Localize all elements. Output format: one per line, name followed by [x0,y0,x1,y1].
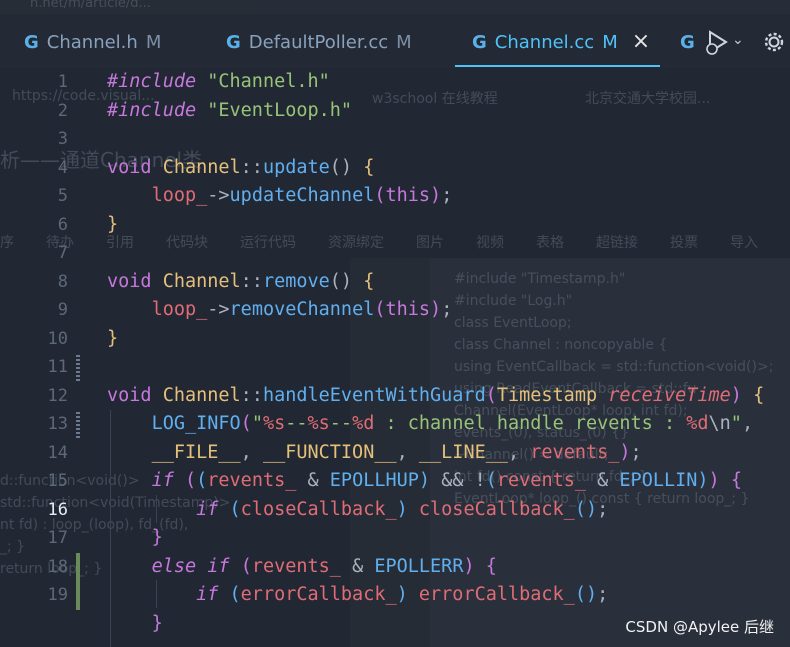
code-line: } [107,327,119,349]
tab-channel-cc[interactable]: G Channel.cc M × [472,26,650,58]
code-line: void Channel::update() { [107,156,375,178]
modified-badge: M [396,31,412,53]
editor-tab-bar: n.net/m/article/d... G Channel.h M G Def… [0,0,790,68]
code-line: #include "Channel.h" [107,68,330,97]
code-line: #include "EventLoop.h" [107,97,352,126]
include-path: "Channel.h" [207,71,330,92]
overlay-browser-strip: n.net/m/article/d... [0,0,790,14]
tab-label: Channel.h [46,31,138,53]
tab-label: DefaultPoller.cc [248,31,389,53]
code-line: if ((revents_ & EPOLLHUP) && !(revents_ … [151,470,742,491]
code-line: void Channel::handleEventWithGuard(Times… [107,384,765,406]
gear-icon[interactable] [760,28,788,56]
code-area[interactable]: #include "Channel.h" #include "EventLoop… [0,68,790,647]
include-path: "EventLoop.h" [207,99,353,121]
code-line: __FILE__, __FUNCTION__, __LINE__, revent… [151,441,642,463]
preprocessor-directive: #include [107,71,197,92]
watermark: CSDN @Apylee 后继 [625,618,774,636]
run-icon[interactable] [702,27,732,57]
code-line: void Channel::remove() { [107,270,375,292]
cpp-file-icon: G [680,31,695,53]
active-tab-indicator [455,65,660,67]
modified-badge: M [145,31,162,53]
close-icon[interactable]: × [632,31,650,53]
code-line: LOG_INFO("%s--%s--%d : channel handle re… [151,413,754,434]
code-line: loop_->removeChannel(this); [151,299,453,320]
tab-channel-h[interactable]: G Channel.h M [24,26,161,58]
code-line: } [151,612,163,634]
code-line: if (errorCallback_) errorCallback_(); [196,584,609,605]
cpp-file-icon: G [24,31,39,53]
tab-label: Channel.cc [494,31,595,53]
code-line: } [107,213,119,235]
preprocessor-directive: #include [107,99,197,121]
code-editor[interactable]: https://code.visual... w3school 在线教程 北京交… [0,68,790,647]
tab-defaultpoller-cc[interactable]: G DefaultPoller.cc M [226,26,412,58]
code-line: loop_->updateChannel(this); [151,185,453,206]
chevron-down-icon[interactable]: ⌄ [732,32,744,48]
cpp-file-icon: G [226,31,241,53]
cpp-file-icon: G [472,31,487,53]
overlay-url-text: n.net/m/article/d... [30,0,151,11]
modified-badge: M [602,31,618,53]
code-line: } [151,527,163,548]
code-line: else if (revents_ & EPOLLERR) { [151,555,497,577]
tab-overflow[interactable]: G [680,26,703,58]
code-line: if (closeCallback_) closeCallback_(); [196,498,609,520]
